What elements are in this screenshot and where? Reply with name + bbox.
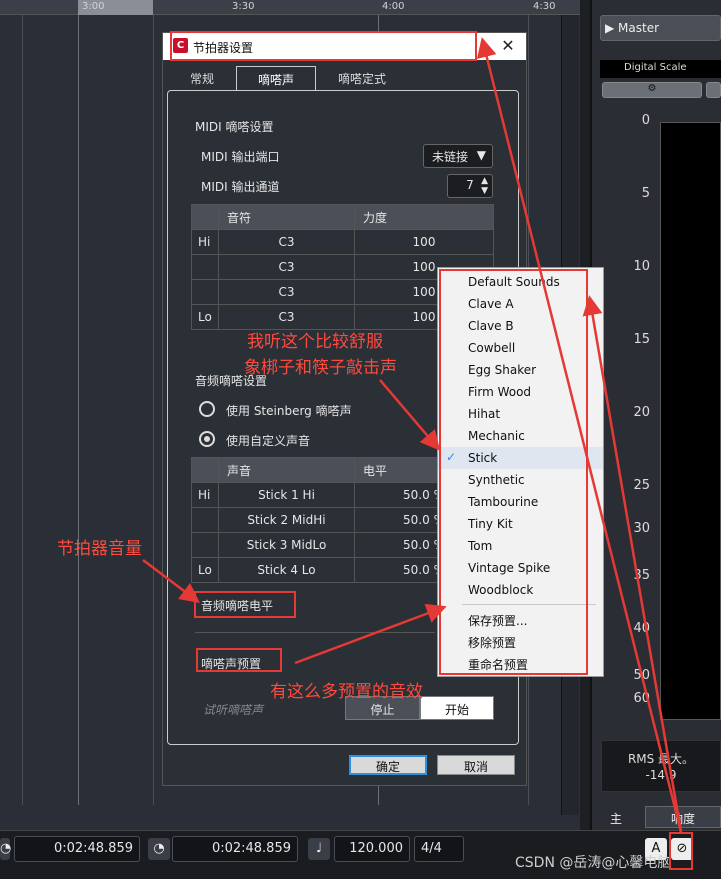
annotation-text: 我听这个比较舒服 (247, 332, 383, 352)
arrow (476, 37, 683, 833)
annotation-text: 有这么多预置的音效 (270, 682, 423, 702)
annotation-text: 象梆子和筷子敲击声 (244, 358, 397, 378)
arrow (142, 559, 200, 604)
annotation-arrows (142, 37, 683, 833)
arrow (582, 295, 683, 833)
annotation-text: 节拍器音量 (57, 539, 142, 559)
arrow (379, 379, 441, 451)
arrow (294, 603, 447, 665)
